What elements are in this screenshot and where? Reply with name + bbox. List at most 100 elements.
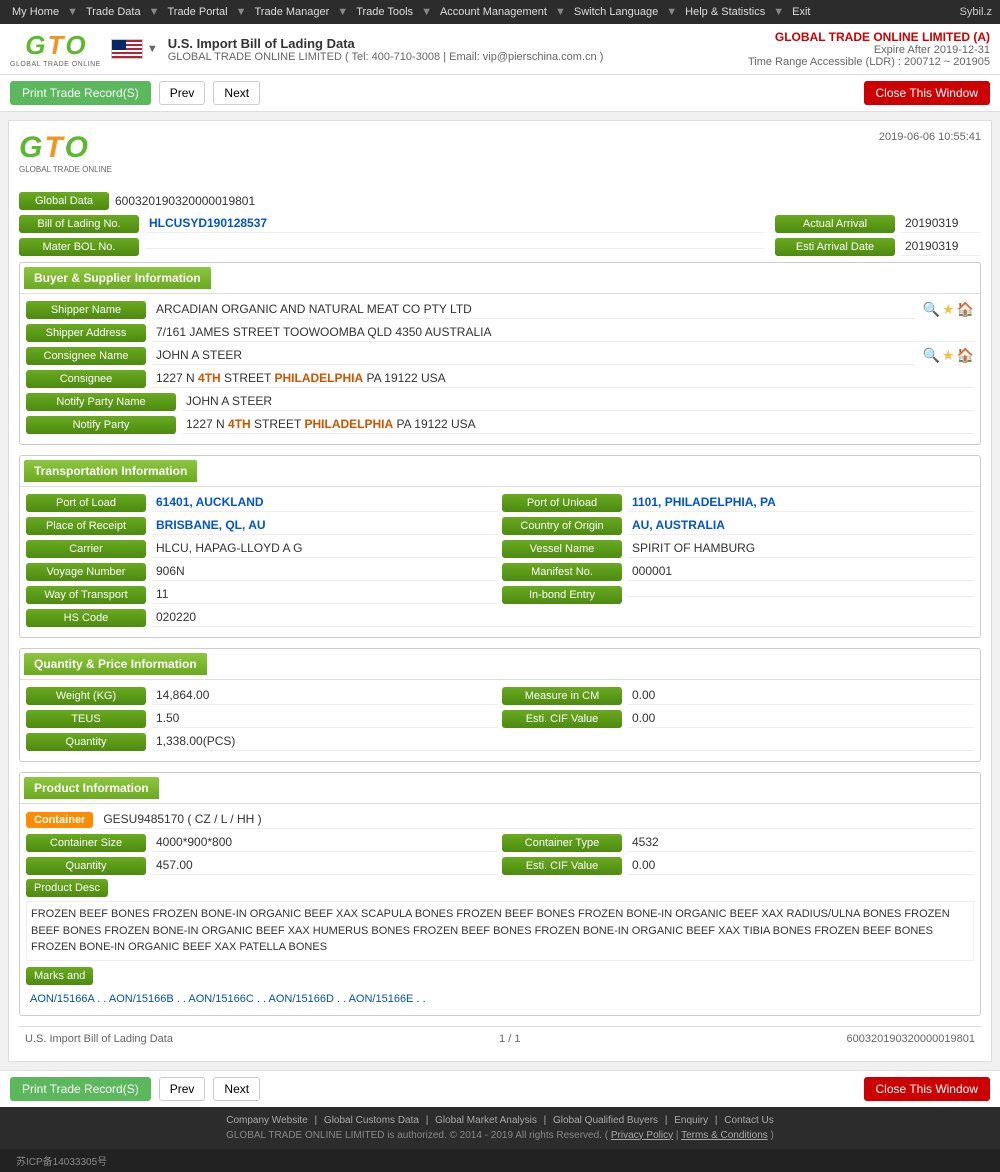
teus-cif-row: TEUS 1.50 Esti. CIF Value 0.00 (26, 709, 974, 728)
header-info: U.S. Import Bill of Lading Data GLOBAL T… (168, 36, 604, 63)
footer-qualified-buyers[interactable]: Global Qualified Buyers (553, 1115, 658, 1126)
shipper-search-icon[interactable]: 🔍 (923, 301, 940, 318)
quantity-section: Quantity & Price Information Weight (KG)… (19, 648, 981, 762)
manifest-value: 000001 (628, 562, 974, 581)
prev-button-bottom[interactable]: Prev (159, 1077, 206, 1101)
page-header: G T O GLOBAL TRADE ONLINE ▼ U.S. Import … (0, 24, 1000, 75)
logo-subtitle: GLOBAL TRADE ONLINE (10, 61, 101, 68)
consignee-row: Consignee 1227 N 4TH STREET PHILADELPHIA… (26, 369, 974, 388)
bottom-action-bar: Print Trade Record(S) Prev Next Close Th… (0, 1070, 1000, 1107)
shipper-name-row: Shipper Name ARCADIAN ORGANIC AND NATURA… (26, 300, 974, 319)
product-header: Product Information (24, 777, 159, 799)
prod-cif-field: Esti. CIF Value 0.00 (502, 856, 974, 875)
esti-cif-value: 0.00 (628, 709, 974, 728)
container-value: GESU9485170 ( CZ / L / HH ) (99, 810, 974, 829)
port-unload-blue: 1101, PHILADELPHIA, PA (632, 495, 776, 509)
company-name: GLOBAL TRADE ONLINE LIMITED (A) (748, 30, 990, 44)
footer-market-analysis[interactable]: Global Market Analysis (435, 1115, 537, 1126)
bol-field: Bill of Lading No. HLCUSYD190128537 (19, 214, 765, 233)
footer-links: Company Website | Global Customs Data | … (8, 1115, 992, 1126)
prod-cif-value: 0.00 (628, 856, 974, 875)
consignee-search-icon[interactable]: 🔍 (923, 347, 940, 364)
consignee-4th: 4TH (198, 371, 221, 385)
global-data-row: Global Data 600320190320000019801 (19, 192, 981, 210)
nav-trade-tools[interactable]: Trade Tools (352, 4, 417, 20)
marks-label: Marks and (26, 967, 93, 985)
shipper-star-icon[interactable]: ★ (942, 301, 955, 318)
footer-company-website[interactable]: Company Website (226, 1115, 308, 1126)
transport-body: Port of Load 61401, AUCKLAND Port of Unl… (20, 487, 980, 637)
nav-trade-portal[interactable]: Trade Portal (163, 4, 231, 20)
header-subtitle: GLOBAL TRADE ONLINE LIMITED ( Tel: 400-7… (168, 51, 604, 63)
container-size-value: 4000*900*800 (152, 833, 498, 852)
shipper-address-label: Shipper Address (26, 324, 146, 342)
shipper-icons: 🔍 ★ 🏠 (919, 301, 974, 318)
transport-header-wrap: Transportation Information (20, 456, 980, 487)
shipper-name-label: Shipper Name (26, 301, 146, 319)
time-range: Time Range Accessible (LDR) : 200712 ~ 2… (748, 56, 990, 68)
print-record-button-bottom[interactable]: Print Trade Record(S) (10, 1077, 151, 1101)
footer-enquiry[interactable]: Enquiry (674, 1115, 708, 1126)
report-logo-sub: GLOBAL TRADE ONLINE (19, 165, 112, 174)
footer-customs-data[interactable]: Global Customs Data (324, 1115, 419, 1126)
us-flag (111, 39, 143, 59)
nav-trade-data[interactable]: Trade Data (82, 4, 145, 20)
measure-label: Measure in CM (502, 687, 622, 705)
carrier-value: HLCU, HAPAG-LLOYD A G (152, 539, 498, 558)
manifest-label: Manifest No. (502, 563, 622, 581)
footer-privacy-policy[interactable]: Privacy Policy (611, 1130, 673, 1141)
port-row: Port of Load 61401, AUCKLAND Port of Unl… (26, 493, 974, 512)
esti-arrival-value: 20190319 (901, 237, 981, 256)
container-size-field: Container Size 4000*900*800 (26, 833, 498, 852)
global-data-section: Global Data 600320190320000019801 Bill o… (19, 192, 981, 256)
shipper-home-icon[interactable]: 🏠 (957, 301, 974, 318)
nav-my-home[interactable]: My Home (8, 4, 63, 20)
report-logo-t: T (44, 131, 62, 165)
consignee-home-icon[interactable]: 🏠 (957, 347, 974, 364)
container-row: Container GESU9485170 ( CZ / L / HH ) (26, 810, 974, 829)
place-receipt-value: BRISBANE, QL, AU (152, 516, 498, 535)
product-section: Product Information Container GESU948517… (19, 772, 981, 1016)
global-data-label: Global Data (19, 192, 109, 210)
container-size-type-row: Container Size 4000*900*800 Container Ty… (26, 833, 974, 852)
record-footer: U.S. Import Bill of Lading Data 1 / 1 60… (19, 1026, 981, 1051)
quantity-body: Weight (KG) 14,864.00 Measure in CM 0.00… (20, 680, 980, 761)
nav-exit[interactable]: Exit (788, 4, 814, 20)
qty-label: Quantity (26, 733, 146, 751)
consignee-name-row: Consignee Name JOHN A STEER 🔍 ★ 🏠 (26, 346, 974, 365)
nav-switch-language[interactable]: Switch Language (570, 4, 662, 20)
consignee-icons: 🔍 ★ 🏠 (919, 347, 974, 364)
close-window-button-top[interactable]: Close This Window (864, 81, 990, 105)
prev-button-top[interactable]: Prev (159, 81, 206, 105)
nav-trade-manager[interactable]: Trade Manager (250, 4, 333, 20)
consignee-philadelphia: PHILADELPHIA (275, 371, 364, 385)
master-bol-row: Mater BOL No. Esti Arrival Date 20190319 (19, 237, 981, 256)
country-origin-label: Country of Origin (502, 517, 622, 535)
carrier-field: Carrier HLCU, HAPAG-LLOYD A G (26, 539, 498, 558)
report-datetime: 2019-06-06 10:55:41 (879, 131, 981, 143)
master-bol-field: Mater BOL No. (19, 237, 765, 256)
teus-value: 1.50 (152, 709, 498, 728)
record-id: 600320190320000019801 (847, 1033, 975, 1045)
buyer-supplier-section: Buyer & Supplier Information Shipper Nam… (19, 262, 981, 445)
carrier-vessel-row: Carrier HLCU, HAPAG-LLOYD A G Vessel Nam… (26, 539, 974, 558)
container-badge: Container (26, 812, 93, 828)
nav-help-statistics[interactable]: Help & Statistics (681, 4, 769, 20)
place-receipt-blue: BRISBANE, QL, AU (156, 518, 266, 532)
close-window-button-bottom[interactable]: Close This Window (864, 1077, 990, 1101)
notify-philadelphia: PHILADELPHIA (305, 417, 394, 431)
port-load-label: Port of Load (26, 494, 146, 512)
report-header: G T O GLOBAL TRADE ONLINE 2019-06-06 10:… (19, 131, 981, 182)
next-button-bottom[interactable]: Next (213, 1077, 260, 1101)
nav-account-management[interactable]: Account Management (436, 4, 551, 20)
footer-contact-us[interactable]: Contact Us (724, 1115, 773, 1126)
print-record-button-top[interactable]: Print Trade Record(S) (10, 81, 151, 105)
consignee-star-icon[interactable]: ★ (942, 347, 955, 364)
footer-terms-conditions[interactable]: Terms & Conditions (681, 1130, 768, 1141)
way-transport-field: Way of Transport 11 (26, 585, 498, 604)
product-desc-text: FROZEN BEEF BONES FROZEN BONE-IN ORGANIC… (26, 901, 974, 961)
master-bol-value (145, 244, 765, 249)
weight-label: Weight (KG) (26, 687, 146, 705)
esti-arrival-field: Esti Arrival Date 20190319 (775, 237, 981, 256)
next-button-top[interactable]: Next (213, 81, 260, 105)
